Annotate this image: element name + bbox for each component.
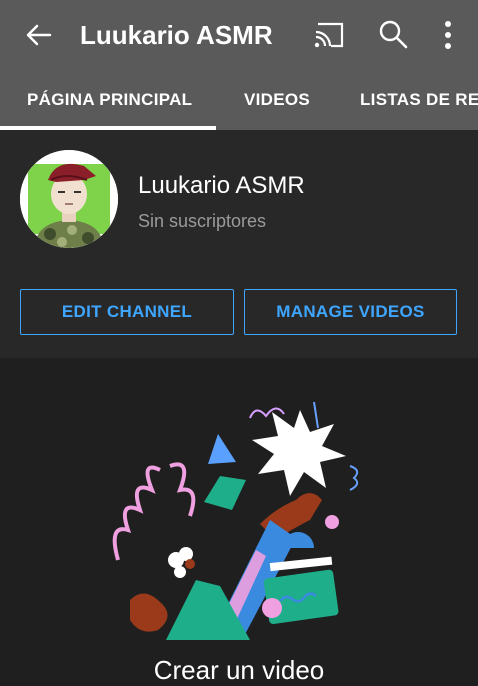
tab-listas[interactable]: LISTAS DE REPRODUCCIÓN <box>360 90 478 110</box>
tab-videos[interactable]: VIDEOS <box>244 90 310 110</box>
tab-pagina-principal[interactable]: PÁGINA PRINCIPAL <box>27 90 192 110</box>
channel-header: Luukario ASMR Sin suscriptores EDIT CHAN… <box>0 130 478 358</box>
channel-tabs: PÁGINA PRINCIPAL VIDEOS LISTAS DE REPROD… <box>0 70 478 130</box>
edit-channel-button[interactable]: EDIT CHANNEL <box>20 289 234 335</box>
search-icon[interactable] <box>378 19 408 49</box>
back-arrow-icon[interactable] <box>22 18 56 52</box>
channel-avatar[interactable] <box>20 150 118 248</box>
empty-state-title: Crear un video <box>153 655 325 685</box>
app-bar: Luukario ASMR <box>0 0 478 70</box>
channel-name: Luukario ASMR <box>138 172 305 199</box>
app-bar-title: Luukario ASMR <box>80 20 273 50</box>
subscriber-count: Sin suscriptores <box>138 211 267 231</box>
avatar-illustration <box>20 150 118 248</box>
create-video-illustration <box>112 401 359 640</box>
manage-videos-button[interactable]: MANAGE VIDEOS <box>244 289 457 335</box>
cast-icon[interactable] <box>312 20 346 50</box>
more-vert-icon[interactable] <box>438 19 458 51</box>
